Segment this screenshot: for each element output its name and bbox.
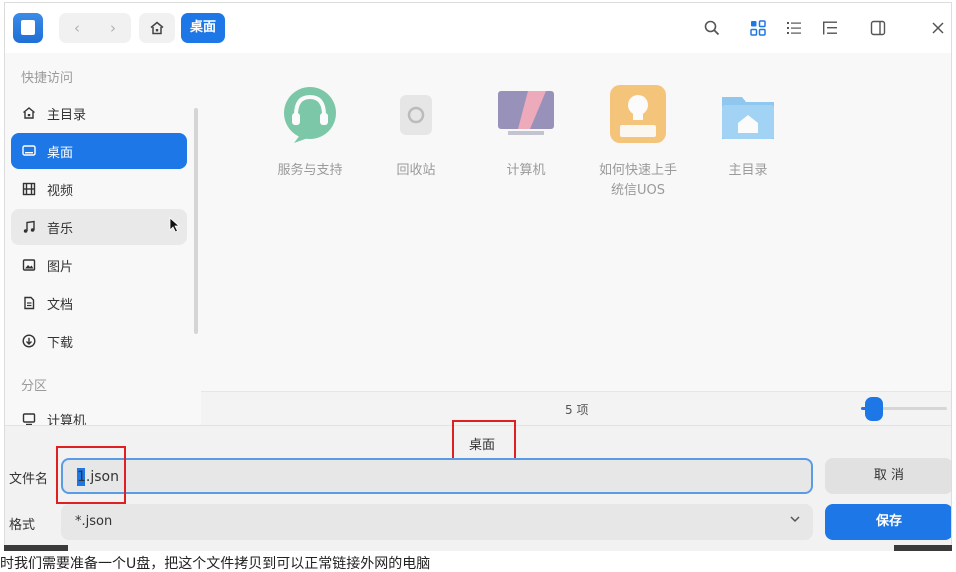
save-button[interactable]: 保存 [825, 504, 951, 540]
sidebar-item-videos[interactable]: 视频 [11, 171, 187, 207]
format-value: *.json [75, 514, 113, 529]
sidebar: 快捷访问 主目录 桌面 视频 音乐 图片 文档 下载 分区 计算机 [5, 53, 201, 425]
computer-icon [21, 411, 37, 425]
tree-view-icon[interactable] [817, 16, 843, 40]
file-name: 计算机 [506, 163, 546, 178]
document-icon [21, 295, 37, 311]
zoom-slider-handle[interactable] [864, 397, 883, 421]
picture-icon [21, 257, 37, 273]
sidebar-item-label: 计算机 [47, 413, 87, 426]
file-name: 如何快速上手 统信UOS [583, 161, 693, 201]
file-name: 主目录 [728, 163, 768, 178]
sidebar-item-downloads[interactable]: 下载 [11, 323, 187, 359]
file-item[interactable]: 回收站 [361, 83, 471, 181]
file-item[interactable]: 主目录 [693, 83, 803, 181]
sidebar-item-computer[interactable]: 计算机 [11, 401, 187, 425]
sidebar-section-quick-access: 快捷访问 [21, 71, 74, 86]
file-save-dialog: ‹ › 桌面 快捷访问 主目录 桌面 视频 音乐 图片 文档 下载 分区 计算机… [4, 2, 952, 552]
home-icon [21, 105, 37, 121]
highlight-box-filename [56, 446, 126, 504]
format-select[interactable]: *.json [61, 504, 813, 540]
sidebar-section-partitions: 分区 [21, 379, 48, 394]
file-item[interactable]: 如何快速上手 统信UOS [583, 83, 693, 201]
list-view-icon[interactable] [781, 16, 807, 40]
chevron-down-icon [789, 513, 801, 528]
cancel-button[interactable]: 取 消 [825, 458, 951, 494]
sidebar-item-documents[interactable]: 文档 [11, 285, 187, 321]
item-count: 5 项 [565, 403, 589, 417]
save-panel: 桌面 文件名 1.json 格式 *.json 取 消 保存 [5, 420, 951, 551]
filename-input[interactable]: 1.json [61, 458, 813, 494]
sidebar-item-label: 桌面 [47, 145, 74, 161]
highlight-box-location [452, 420, 516, 460]
sidebar-scrollbar[interactable] [194, 108, 198, 334]
sidebar-item-home[interactable]: 主目录 [11, 95, 187, 131]
sidebar-item-pictures[interactable]: 图片 [11, 247, 187, 283]
file-item[interactable]: 计算机 [471, 83, 581, 181]
home-icon [150, 21, 164, 35]
sidebar-item-label: 音乐 [47, 221, 74, 237]
file-name: 服务与支持 [277, 163, 343, 178]
breadcrumb-desktop[interactable]: 桌面 [181, 13, 225, 43]
status-bar: 5 项 [201, 391, 951, 425]
search-icon[interactable] [699, 16, 725, 40]
file-manager-logo-icon [13, 13, 43, 43]
home-folder-icon [716, 83, 780, 147]
support-headset-icon [278, 83, 342, 147]
desktop-icon [21, 143, 37, 159]
sidebar-item-desktop[interactable]: 桌面 [11, 133, 187, 169]
back-button[interactable]: ‹ [59, 13, 95, 43]
sidebar-item-label: 主目录 [47, 107, 87, 123]
file-item[interactable]: 服务与支持 [255, 83, 365, 181]
trash-icon [384, 83, 448, 147]
close-icon[interactable] [925, 16, 951, 40]
music-icon [21, 219, 37, 235]
sidebar-item-music[interactable]: 音乐 [11, 209, 187, 245]
breadcrumb-home[interactable] [139, 13, 175, 43]
download-icon [21, 333, 37, 349]
computer-icon [494, 83, 558, 147]
title-bar: ‹ › 桌面 [5, 3, 951, 53]
caption-text: 时我们需要准备一个U盘，把这个文件拷贝到可以正常链接外网的电脑 [0, 556, 431, 572]
file-view: 服务与支持 回收站 计算机 如何快速上手 统信UOS 主目录 [201, 53, 951, 391]
file-name-line: 如何快速上手 [598, 163, 677, 178]
sidebar-item-label: 图片 [47, 259, 74, 275]
file-name-line: 统信UOS [611, 183, 665, 198]
filename-label: 文件名 [9, 472, 49, 487]
mouse-cursor-icon [169, 217, 181, 233]
detail-panel-icon[interactable] [865, 16, 891, 40]
file-name: 回收站 [396, 163, 436, 178]
video-icon [21, 181, 37, 197]
sidebar-item-label: 视频 [47, 183, 74, 199]
format-label: 格式 [9, 518, 36, 533]
forward-button[interactable]: › [95, 13, 131, 43]
uos-guide-icon [606, 83, 670, 147]
sidebar-item-label: 文档 [47, 297, 74, 313]
caption-strip: 时我们需要准备一个U盘，把这个文件拷贝到可以正常链接外网的电脑 [0, 551, 956, 572]
icon-view-icon[interactable] [745, 16, 771, 40]
navigation-buttons: ‹ › [59, 13, 131, 43]
sidebar-item-label: 下载 [47, 335, 74, 351]
